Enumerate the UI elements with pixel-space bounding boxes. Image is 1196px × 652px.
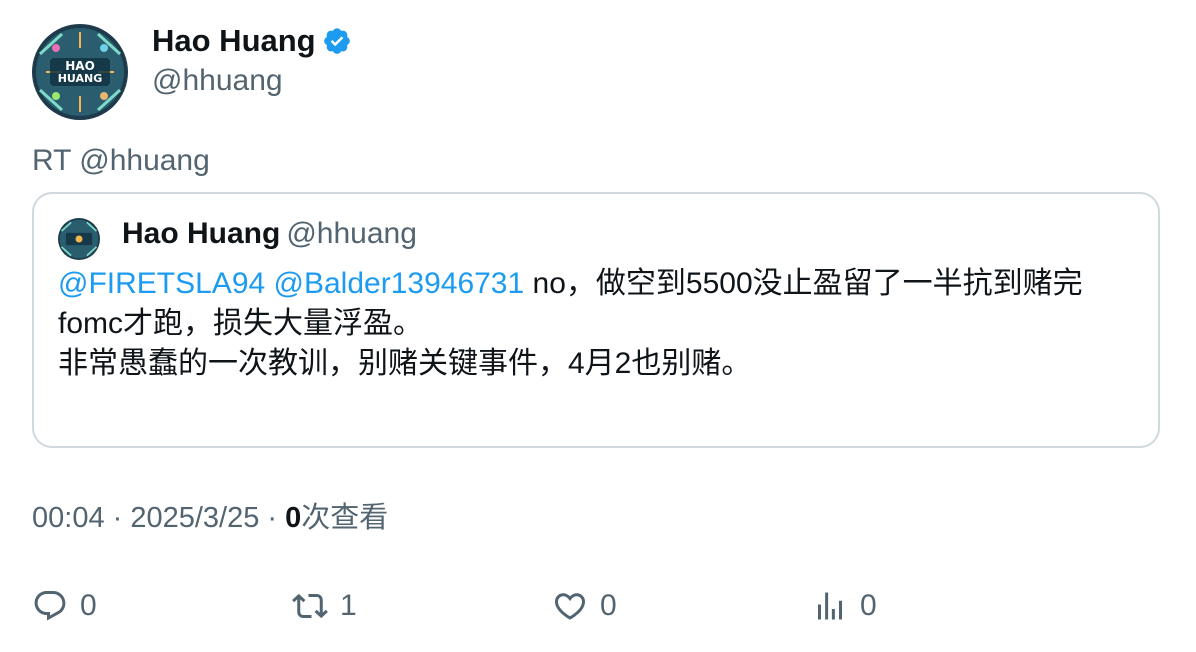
tweet-meta: 00:04 · 2025/3/25 · 0次查看 xyxy=(32,498,388,538)
author-avatar[interactable]: HAO HUANG xyxy=(32,24,128,120)
retweet-button[interactable]: 1 xyxy=(292,584,357,628)
avatar-text-line1: HAO xyxy=(65,59,95,73)
retweet-count: 1 xyxy=(340,589,357,622)
avatar-text-line2: HUANG xyxy=(58,72,103,85)
retweet-icon xyxy=(292,593,328,619)
verified-badge-icon xyxy=(322,26,352,56)
quoted-display-name[interactable]: Hao Huang xyxy=(122,217,280,250)
like-button[interactable]: 0 xyxy=(552,584,617,628)
reply-count: 0 xyxy=(80,589,97,622)
author-handle[interactable]: @hhuang xyxy=(152,62,283,100)
quoted-text-line-2: 非常愚蠢的一次教训，别赌关键事件，4月2也别赌。 xyxy=(58,347,752,380)
quoted-header: Hao Huang @hhuang xyxy=(122,214,417,254)
retweet-prefix: RT @hhuang xyxy=(32,144,210,177)
quoted-author-avatar[interactable] xyxy=(58,218,100,260)
views-label: 次查看 xyxy=(301,502,389,534)
views-count: 0 xyxy=(860,589,877,622)
mention-link-balder[interactable]: @Balder13946731 xyxy=(274,267,525,300)
quoted-handle[interactable]: @hhuang xyxy=(286,217,417,250)
analytics-bar-icon xyxy=(818,592,842,620)
tweet-timestamp[interactable]: 00:04 · 2025/3/25 · xyxy=(32,502,285,534)
heart-icon xyxy=(554,593,586,620)
action-bar: 0 1 0 0 xyxy=(0,584,1196,628)
views-count-meta: 0 xyxy=(285,502,302,534)
like-count: 0 xyxy=(600,589,617,622)
quoted-tweet-text: @FIRETSLA94 @Balder13946731 no，做空到5500没止… xyxy=(58,264,1138,384)
reply-button[interactable]: 0 xyxy=(32,584,97,628)
author-name-row: Hao Huang xyxy=(152,22,352,60)
author-display-name[interactable]: Hao Huang xyxy=(152,22,316,60)
views-button[interactable]: 0 xyxy=(812,584,877,628)
mention-link-firetsla94[interactable]: @FIRETSLA94 xyxy=(58,267,265,300)
reply-icon xyxy=(34,591,66,621)
quoted-tweet-card[interactable]: Hao Huang @hhuang @FIRETSLA94 @Balder1394… xyxy=(32,192,1160,448)
